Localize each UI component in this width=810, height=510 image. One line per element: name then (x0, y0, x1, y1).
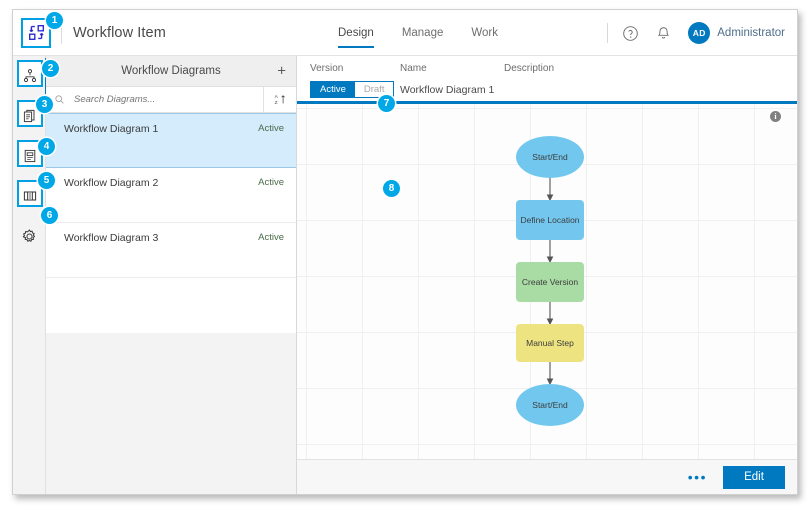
search-input[interactable] (72, 93, 263, 106)
tab-work[interactable]: Work (471, 10, 498, 56)
list-item[interactable]: Workflow Diagram 3 Active (46, 223, 296, 278)
step-library-icon (24, 149, 35, 163)
diagram-canvas[interactable]: i Start/End Define Location Create Versi… (297, 104, 797, 459)
callout-5: 5 (38, 172, 55, 189)
list-item[interactable]: Workflow Diagram 1 Active (46, 113, 296, 168)
app-header: Workflow Item Design Manage Work AD Admi… (13, 10, 797, 56)
callout-3: 3 (36, 96, 53, 113)
name-column-label: Name (400, 63, 427, 74)
search-box[interactable] (46, 87, 264, 112)
search-icon (55, 95, 64, 104)
node-end[interactable]: Start/End (516, 384, 584, 426)
sidebar-item-workflow-diagrams[interactable] (13, 56, 47, 96)
bell-icon[interactable] (655, 25, 672, 42)
more-options-button[interactable]: ••• (688, 470, 707, 484)
add-diagram-button[interactable]: + (277, 64, 286, 79)
tab-manage[interactable]: Manage (402, 10, 444, 56)
node-define-location[interactable]: Define Location (516, 200, 584, 240)
workflow-diagrams-icon (23, 69, 36, 83)
callout-8: 8 (383, 180, 400, 197)
callout-6: 6 (41, 207, 58, 224)
list-panel-header: Workflow Diagrams + (46, 56, 296, 87)
description-column-label: Description (504, 63, 555, 74)
nav-tabs: Design Manage Work (338, 10, 526, 56)
status-badge: Active (258, 177, 284, 188)
node-create-version[interactable]: Create Version (516, 262, 584, 302)
list-item[interactable]: Workflow Diagram 2 Active (46, 168, 296, 223)
main-content: Version Name Description Active Draft Wo… (297, 56, 797, 494)
callout-2: 2 (42, 60, 59, 77)
version-toggle-active[interactable]: Active (311, 82, 355, 97)
sidebar-item-settings[interactable] (13, 216, 46, 256)
status-badge: Active (258, 232, 284, 243)
list-panel-title: Workflow Diagrams (121, 65, 221, 77)
list-item-label: Workflow Diagram 1 (64, 123, 159, 135)
svg-text:A: A (274, 94, 278, 100)
help-circle-icon[interactable] (622, 25, 639, 42)
tab-design[interactable]: Design (338, 10, 374, 56)
list-empty-area (46, 333, 296, 494)
edit-button[interactable]: Edit (723, 465, 785, 489)
header-actions: AD Administrator (607, 10, 785, 56)
callout-4: 4 (38, 138, 55, 155)
app-window: Workflow Item Design Manage Work AD Admi… (12, 9, 798, 495)
settings-gear-icon (22, 228, 36, 242)
callout-1: 1 (46, 12, 63, 29)
sort-alpha-ascending-icon[interactable]: A Z (264, 87, 296, 112)
search-row: A Z (46, 87, 296, 113)
list-item-label: Workflow Diagram 2 (64, 177, 159, 189)
extended-properties-icon (23, 191, 36, 201)
node-manual-step[interactable]: Manual Step (516, 324, 584, 362)
status-badge: Active (258, 123, 284, 134)
version-column-label: Version (310, 63, 344, 74)
callout-7: 7 (378, 95, 395, 112)
diagram-list-panel: Workflow Diagrams + A Z Workflo (46, 56, 297, 494)
svg-text:Z: Z (274, 100, 277, 106)
user-name[interactable]: Administrator (717, 27, 785, 39)
header-action-divider (607, 23, 609, 43)
diagram-meta-bar: Version Name Description Active Draft Wo… (297, 56, 797, 104)
avatar[interactable]: AD (688, 22, 711, 44)
job-templates-icon (23, 109, 34, 123)
list-item-label: Workflow Diagram 3 (64, 232, 159, 244)
node-start[interactable]: Start/End (516, 136, 584, 178)
diagram-list: Workflow Diagram 1 Active Workflow Diagr… (46, 113, 296, 278)
left-icon-rail (13, 56, 47, 494)
diagram-name-value: Workflow Diagram 1 (400, 84, 495, 96)
main-footer: ••• Edit (297, 459, 797, 494)
page-title: Workflow Item (73, 24, 166, 41)
